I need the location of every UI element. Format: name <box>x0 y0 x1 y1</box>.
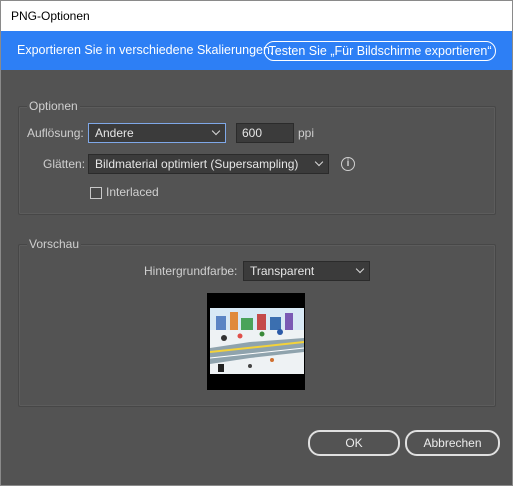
preview-illustration <box>210 308 304 374</box>
resolution-dropdown[interactable]: Andere <box>88 123 226 143</box>
cancel-button[interactable]: Abbrechen <box>405 430 500 456</box>
info-banner: Exportieren Sie in verschiedene Skalieru… <box>1 31 512 70</box>
interlaced-checkbox[interactable] <box>90 187 102 199</box>
ppi-unit: ppi <box>298 126 315 140</box>
preview-group-title: Vorschau <box>27 237 82 251</box>
interlaced-label: Interlaced <box>106 185 159 199</box>
export-for-screens-button[interactable]: Testen Sie „Für Bildschirme exportieren“ <box>264 41 496 61</box>
ppi-input[interactable]: 600 <box>236 123 294 143</box>
preview-image <box>210 308 304 374</box>
antialias-value: Bildmaterial optimiert (Supersampling) <box>95 157 299 171</box>
window-title: PNG-Optionen <box>11 9 90 23</box>
options-group-title: Optionen <box>27 99 80 113</box>
preview-thumbnail-frame <box>207 293 305 390</box>
antialias-dropdown[interactable]: Bildmaterial optimiert (Supersampling) <box>88 154 329 174</box>
chevron-down-icon <box>211 126 221 136</box>
background-color-label: Hintergrundfarbe: <box>144 264 238 278</box>
background-color-dropdown[interactable]: Transparent <box>243 261 370 281</box>
png-options-dialog: PNG-Optionen Exportieren Sie in verschie… <box>0 0 513 486</box>
ok-button[interactable]: OK <box>308 430 400 456</box>
chevron-down-icon <box>355 264 365 274</box>
resolution-label: Auflösung: <box>27 126 84 140</box>
title-bar: PNG-Optionen <box>1 1 512 31</box>
banner-message: Exportieren Sie in verschiedene Skalieru… <box>17 43 274 57</box>
resolution-value: Andere <box>95 126 134 140</box>
info-icon[interactable]: i <box>341 157 355 171</box>
background-color-value: Transparent <box>250 264 315 278</box>
chevron-down-icon <box>314 157 324 167</box>
antialias-label: Glätten: <box>43 157 86 171</box>
